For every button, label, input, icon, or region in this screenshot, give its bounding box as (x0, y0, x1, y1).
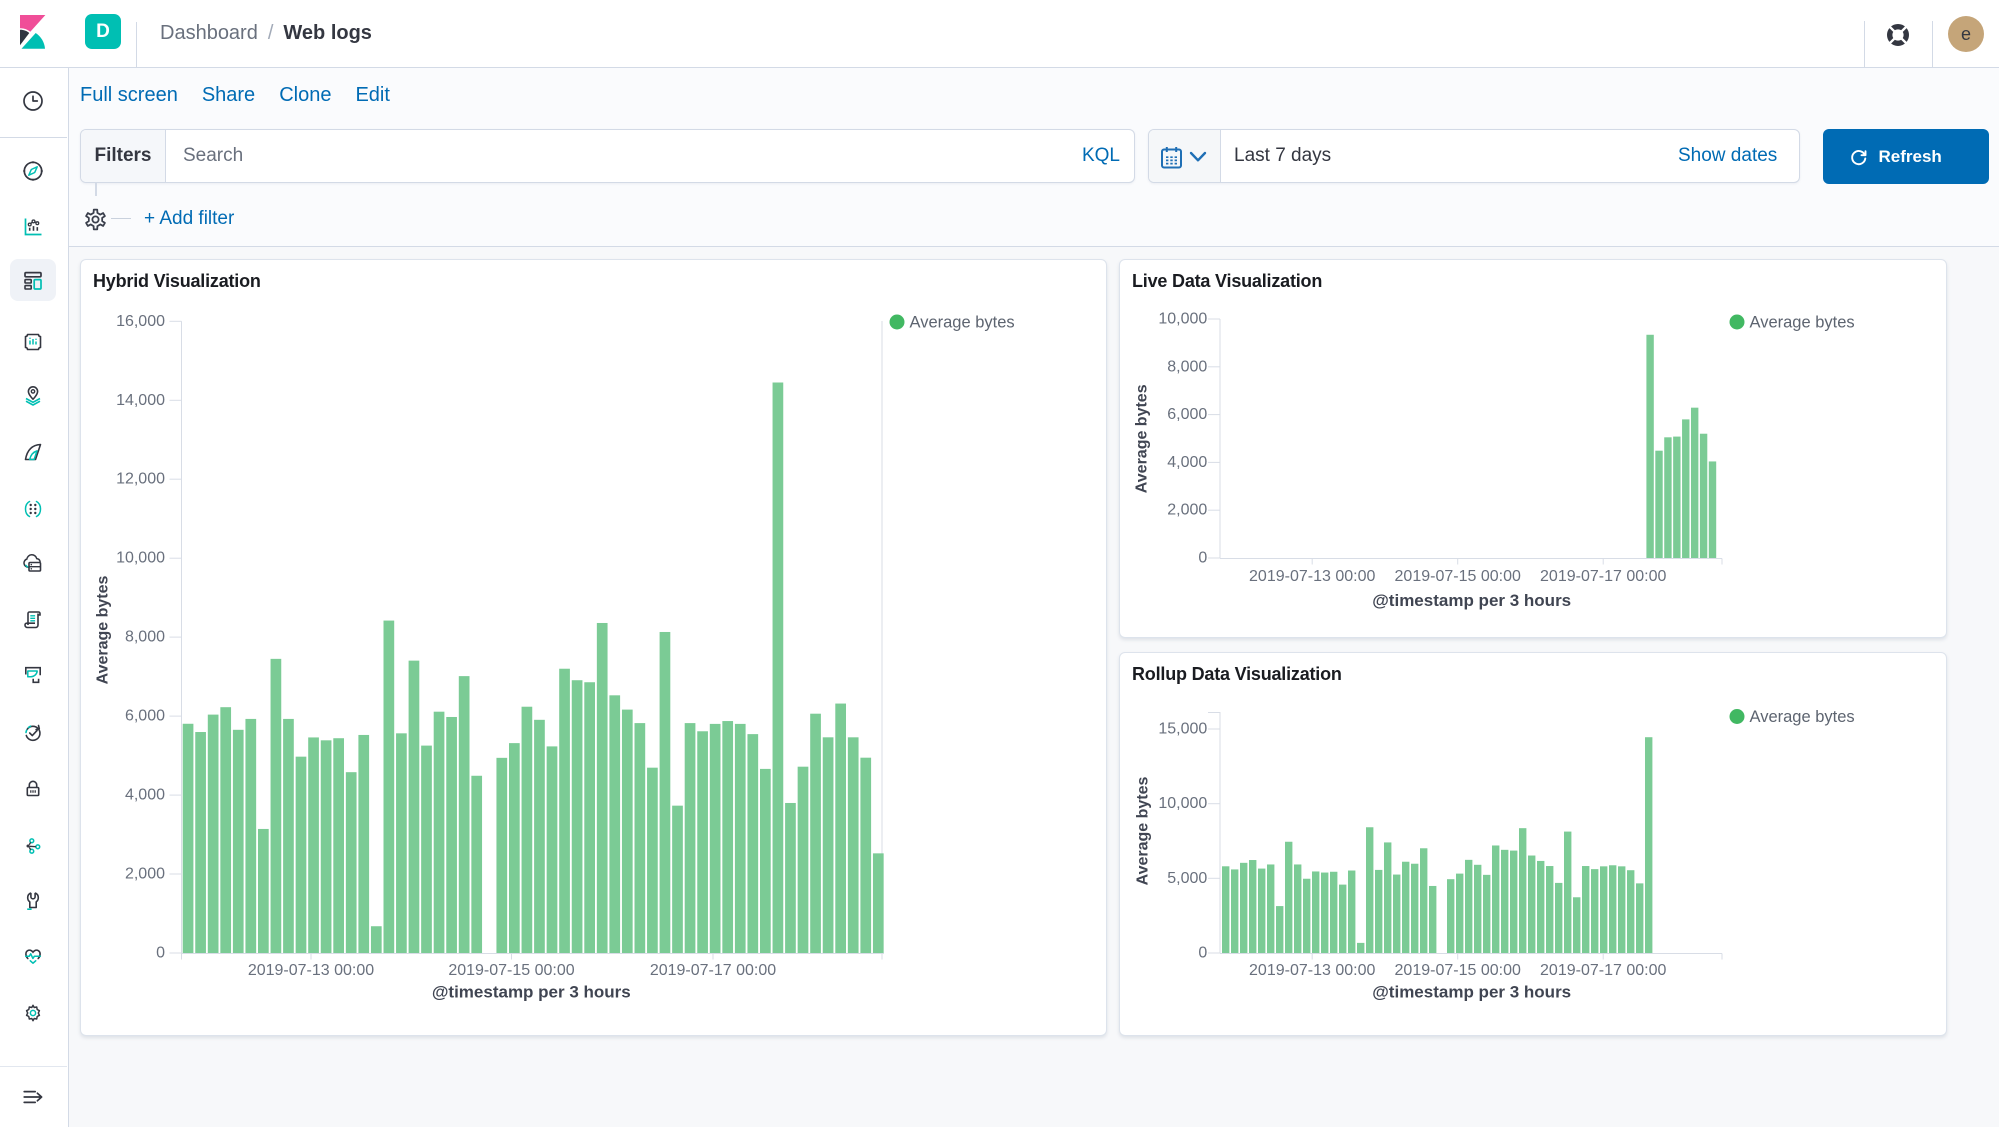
svg-text:10,000: 10,000 (116, 550, 165, 567)
svg-text:10,000: 10,000 (1158, 311, 1207, 328)
svg-text:8,000: 8,000 (1167, 358, 1207, 375)
svg-text:2019-07-15 00:00: 2019-07-15 00:00 (1395, 568, 1521, 585)
svg-text:2019-07-13 00:00: 2019-07-13 00:00 (1249, 962, 1375, 979)
svg-text:Average bytes: Average bytes (1135, 777, 1152, 886)
svg-text:Average bytes: Average bytes (1750, 314, 1855, 332)
svg-text:15,000: 15,000 (1158, 721, 1207, 738)
svg-text:0: 0 (1198, 945, 1207, 962)
svg-text:2019-07-17 00:00: 2019-07-17 00:00 (1540, 568, 1666, 585)
svg-text:Average bytes: Average bytes (910, 314, 1015, 332)
svg-text:6,000: 6,000 (1167, 406, 1207, 423)
svg-text:16,000: 16,000 (116, 313, 165, 330)
svg-text:2,000: 2,000 (1167, 502, 1207, 519)
svg-text:2,000: 2,000 (125, 866, 165, 883)
svg-text:4,000: 4,000 (1167, 454, 1207, 471)
svg-text:10,000: 10,000 (1158, 795, 1207, 812)
svg-text:4,000: 4,000 (125, 787, 165, 804)
svg-text:0: 0 (1198, 550, 1207, 567)
svg-text:2019-07-13 00:00: 2019-07-13 00:00 (248, 962, 374, 979)
svg-text:0: 0 (156, 945, 165, 962)
svg-text:14,000: 14,000 (116, 392, 165, 409)
svg-text:8,000: 8,000 (125, 629, 165, 646)
svg-text:5,000: 5,000 (1167, 870, 1207, 887)
svg-text:2019-07-13 00:00: 2019-07-13 00:00 (1249, 568, 1375, 585)
svg-text:2019-07-17 00:00: 2019-07-17 00:00 (650, 962, 776, 979)
svg-text:@timestamp per 3 hours: @timestamp per 3 hours (432, 983, 631, 1002)
svg-text:@timestamp per 3 hours: @timestamp per 3 hours (1372, 983, 1571, 1002)
svg-text:Average bytes: Average bytes (1134, 384, 1151, 493)
svg-text:6,000: 6,000 (125, 708, 165, 725)
svg-text:Average bytes: Average bytes (1750, 708, 1855, 726)
svg-text:@timestamp per 3 hours: @timestamp per 3 hours (1372, 591, 1571, 610)
svg-text:2019-07-17 00:00: 2019-07-17 00:00 (1540, 962, 1666, 979)
svg-text:12,000: 12,000 (116, 471, 165, 488)
svg-text:2019-07-15 00:00: 2019-07-15 00:00 (448, 962, 574, 979)
svg-text:Average bytes: Average bytes (95, 576, 112, 685)
svg-text:2019-07-15 00:00: 2019-07-15 00:00 (1395, 962, 1521, 979)
